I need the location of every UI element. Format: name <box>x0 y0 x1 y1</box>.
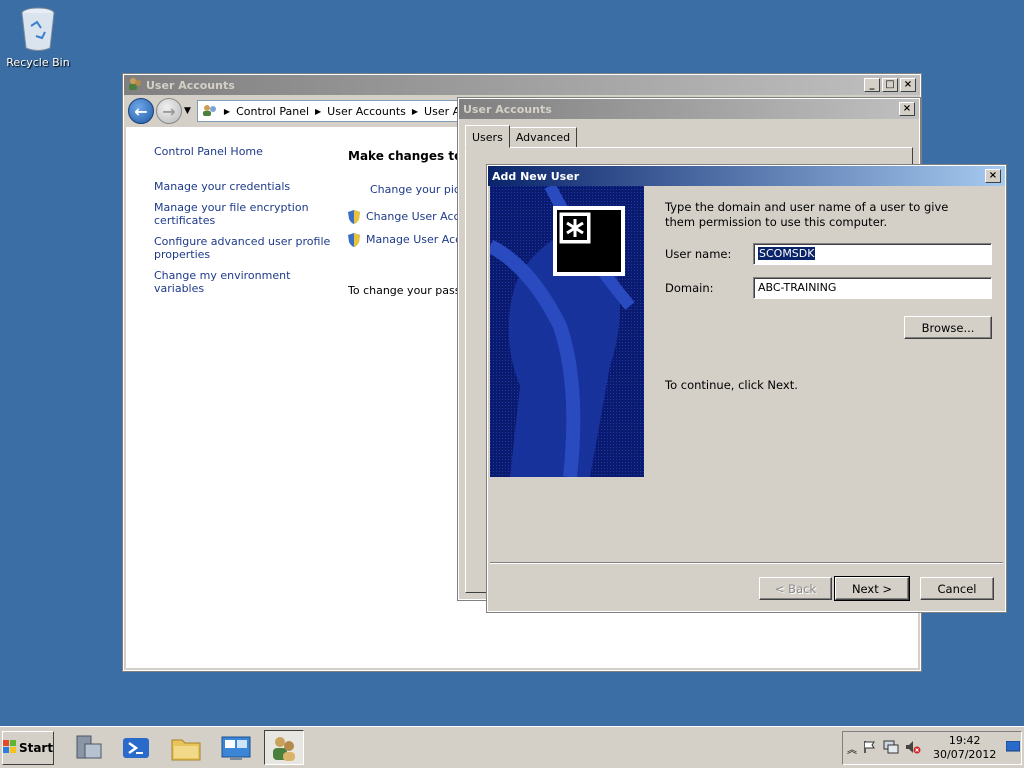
username-label: User name: <box>665 247 732 261</box>
tab-strip: Users Advanced <box>465 125 578 148</box>
add-user-wizard-icon <box>553 206 625 276</box>
network-icon[interactable] <box>883 740 899 757</box>
user-accounts-icon[interactable] <box>264 730 304 765</box>
user-accounts-app-icon <box>128 77 142 94</box>
add-new-user-wizard: Add New User × Type the domain and user … <box>486 164 1007 613</box>
cp-window-title: User Accounts <box>146 78 235 92</box>
clock-date: 30/07/2012 <box>933 748 997 761</box>
action-center-flag-icon[interactable] <box>863 740 877 757</box>
tab-users[interactable]: Users <box>465 125 510 148</box>
next-button[interactable]: Next > <box>834 576 910 601</box>
back-button[interactable]: < Back <box>759 577 832 600</box>
recent-pages-chevron-icon[interactable]: ▼ <box>184 106 191 116</box>
recycle-bin-label: Recycle Bin <box>6 56 70 69</box>
manage-credentials-link[interactable]: Manage your credentials <box>154 180 334 193</box>
tab-advanced[interactable]: Advanced <box>508 127 578 148</box>
back-arrow-icon[interactable]: ← <box>128 98 154 124</box>
show-desktop-icon[interactable] <box>1005 740 1021 756</box>
wizard-banner-image <box>490 186 644 477</box>
ua-dialog-titlebar[interactable]: User Accounts × <box>459 99 919 119</box>
change-picture-link[interactable]: Change your pictu <box>370 183 460 196</box>
wizard-title: Add New User <box>492 169 580 183</box>
clock[interactable]: 19:42 30/07/2012 <box>933 734 996 762</box>
domain-label: Domain: <box>665 281 714 295</box>
start-button[interactable]: Start <box>2 731 54 765</box>
file-encryption-link[interactable]: Manage your file encryption certificates <box>154 201 334 227</box>
continue-text: To continue, click Next. <box>665 378 798 392</box>
explorer-icon[interactable] <box>166 730 206 765</box>
close-button[interactable]: × <box>899 102 915 116</box>
cp-titlebar[interactable]: User Accounts _ □ × <box>124 75 920 95</box>
powershell-icon[interactable] <box>116 730 156 765</box>
shield-icon <box>348 233 360 247</box>
breadcrumb-user-accounts[interactable]: User Accounts <box>327 105 406 118</box>
page-heading: Make changes to yo <box>348 149 460 163</box>
volume-muted-icon[interactable] <box>905 740 921 757</box>
server-manager-icon[interactable] <box>68 730 108 765</box>
minimize-button[interactable]: _ <box>864 78 880 92</box>
show-hidden-icons-icon[interactable]: ︽ <box>847 741 857 756</box>
system-tray: ︽ 19:42 30/07/2012 <box>842 731 1022 765</box>
windows-logo-icon <box>2 739 17 757</box>
password-text: To change your passw <box>348 284 460 297</box>
control-panel-icon <box>202 103 218 120</box>
task-pane: Control Panel Home Manage your credentia… <box>154 145 334 303</box>
button-separator <box>490 562 1003 564</box>
close-button[interactable]: × <box>900 78 916 92</box>
forward-arrow-icon[interactable]: → <box>156 98 182 124</box>
wizard-instructions: Type the domain and user name of a user … <box>665 200 949 229</box>
recycle-bin-shortcut[interactable]: Recycle Bin <box>6 6 70 69</box>
wizard-titlebar[interactable]: Add New User × <box>488 166 1005 186</box>
username-input[interactable]: SCOMSDK <box>753 243 992 265</box>
domain-row: Domain: ABC-TRAINING <box>665 277 992 299</box>
control-panel-home-link[interactable]: Control Panel Home <box>154 145 334 158</box>
manage-user-accounts-link[interactable]: Manage User Acco <box>348 233 460 247</box>
clock-time: 19:42 <box>948 734 981 747</box>
start-label: Start <box>18 741 54 755</box>
environment-variables-link[interactable]: Change my environment variables <box>154 269 334 295</box>
taskbar: Start ︽ 19:42 30/07/2012 <box>0 726 1024 768</box>
recycle-bin-icon <box>18 6 58 52</box>
change-uac-link[interactable]: Change User Acco <box>348 210 460 224</box>
breadcrumb-control-panel[interactable]: Control Panel <box>236 105 309 118</box>
close-button[interactable]: × <box>985 169 1001 183</box>
cancel-button[interactable]: Cancel <box>920 577 994 600</box>
advanced-profile-link[interactable]: Configure advanced user profile properti… <box>154 235 334 261</box>
domain-input[interactable]: ABC-TRAINING <box>753 277 992 299</box>
shield-icon <box>348 210 360 224</box>
control-panel-icon[interactable] <box>216 730 256 765</box>
main-pane: Make changes to yo Change your pictu Cha… <box>348 149 460 297</box>
browse-button[interactable]: Browse... <box>904 316 992 339</box>
username-row: User name: SCOMSDK <box>665 243 992 265</box>
maximize-button[interactable]: □ <box>882 78 898 92</box>
ua-dialog-title: User Accounts <box>463 102 552 116</box>
